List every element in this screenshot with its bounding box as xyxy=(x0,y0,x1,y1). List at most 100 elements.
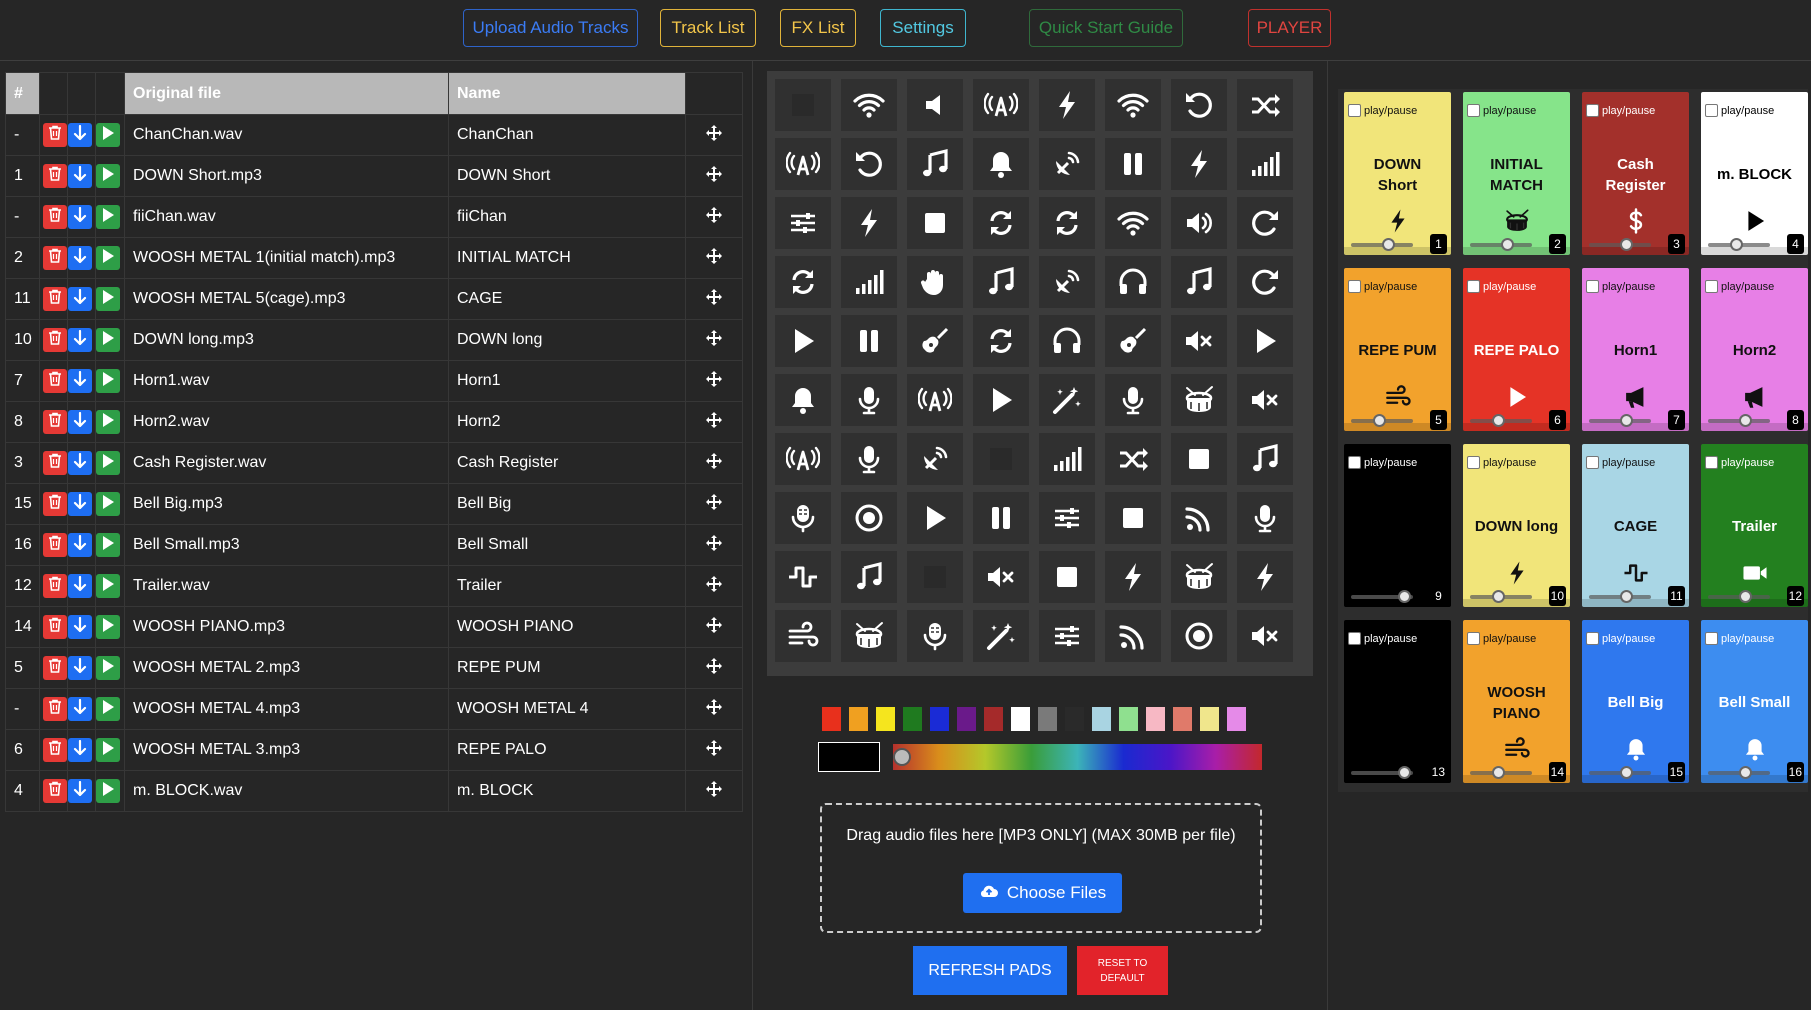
play-track-button[interactable] xyxy=(96,287,120,311)
move-handle-icon[interactable] xyxy=(706,698,722,719)
play-pause-checkbox[interactable] xyxy=(1348,632,1361,645)
download-track-button[interactable] xyxy=(68,205,92,229)
move-handle-icon[interactable] xyxy=(706,165,722,186)
icon-option[interactable] xyxy=(1171,551,1227,603)
icon-option[interactable] xyxy=(1039,197,1095,249)
play-track-button[interactable] xyxy=(96,410,120,434)
download-track-button[interactable] xyxy=(68,738,92,762)
icon-option[interactable] xyxy=(775,138,831,190)
icon-option[interactable] xyxy=(1171,492,1227,544)
play-track-button[interactable] xyxy=(96,492,120,516)
play-track-button[interactable] xyxy=(96,369,120,393)
move-handle-icon[interactable] xyxy=(706,206,722,227)
volume-slider-thumb[interactable] xyxy=(1492,590,1505,603)
track-name-cell[interactable]: REPE PUM xyxy=(448,647,686,689)
icon-option[interactable] xyxy=(841,374,897,426)
play-pause-checkbox[interactable] xyxy=(1467,104,1480,117)
icon-option[interactable] xyxy=(973,433,1029,485)
icon-option[interactable] xyxy=(841,433,897,485)
icon-option[interactable] xyxy=(1039,256,1095,308)
move-handle-icon[interactable] xyxy=(706,288,722,309)
move-handle-icon[interactable] xyxy=(706,124,722,145)
icon-option[interactable] xyxy=(1039,551,1095,603)
sound-pad[interactable]: play/pause Horn2 8 xyxy=(1701,268,1808,431)
icon-option[interactable] xyxy=(1039,374,1095,426)
color-swatch[interactable] xyxy=(822,707,841,731)
icon-option[interactable] xyxy=(1237,197,1293,249)
move-handle-icon[interactable] xyxy=(706,370,722,391)
download-track-button[interactable] xyxy=(68,123,92,147)
download-track-button[interactable] xyxy=(68,656,92,680)
icon-option[interactable] xyxy=(775,374,831,426)
reset-to-default-button[interactable]: RESET TO DEFAULT xyxy=(1077,946,1168,995)
volume-slider-thumb[interactable] xyxy=(1620,414,1633,427)
icon-option[interactable] xyxy=(1237,79,1293,131)
move-handle-icon[interactable] xyxy=(706,739,722,760)
quick-start-guide-button[interactable]: Quick Start Guide xyxy=(1029,9,1183,47)
volume-slider-thumb[interactable] xyxy=(1398,766,1411,779)
icon-option[interactable] xyxy=(907,551,963,603)
play-track-button[interactable] xyxy=(96,164,120,188)
color-swatch[interactable] xyxy=(849,707,868,731)
icon-option[interactable] xyxy=(1171,197,1227,249)
icon-option[interactable] xyxy=(775,610,831,662)
delete-track-button[interactable] xyxy=(43,779,67,803)
track-name-cell[interactable]: INITIAL MATCH xyxy=(448,237,686,279)
volume-slider-thumb[interactable] xyxy=(1382,238,1395,251)
icon-option[interactable] xyxy=(1039,610,1095,662)
move-handle-icon[interactable] xyxy=(706,329,722,350)
volume-slider-thumb[interactable] xyxy=(1730,238,1743,251)
color-swatch[interactable] xyxy=(1146,707,1165,731)
icon-option[interactable] xyxy=(775,256,831,308)
icon-option[interactable] xyxy=(841,256,897,308)
sound-pad[interactable]: play/pause Bell Big 15 xyxy=(1582,620,1689,783)
sound-pad[interactable]: play/pause DOWN long 10 xyxy=(1463,444,1570,607)
delete-track-button[interactable] xyxy=(43,164,67,188)
icon-option[interactable] xyxy=(973,79,1029,131)
download-track-button[interactable] xyxy=(68,615,92,639)
move-handle-icon[interactable] xyxy=(706,411,722,432)
delete-track-button[interactable] xyxy=(43,287,67,311)
volume-slider-thumb[interactable] xyxy=(1398,590,1411,603)
play-pause-checkbox[interactable] xyxy=(1586,632,1599,645)
icon-option[interactable] xyxy=(1105,492,1161,544)
icon-option[interactable] xyxy=(1105,610,1161,662)
play-track-button[interactable] xyxy=(96,123,120,147)
delete-track-button[interactable] xyxy=(43,246,67,270)
delete-track-button[interactable] xyxy=(43,574,67,598)
delete-track-button[interactable] xyxy=(43,369,67,393)
color-swatch[interactable] xyxy=(876,707,895,731)
color-swatch[interactable] xyxy=(957,707,976,731)
icon-option[interactable] xyxy=(973,256,1029,308)
volume-slider-thumb[interactable] xyxy=(1620,766,1633,779)
icon-option[interactable] xyxy=(775,197,831,249)
volume-slider-thumb[interactable] xyxy=(1620,590,1633,603)
icon-option[interactable] xyxy=(907,79,963,131)
track-name-cell[interactable]: Bell Small xyxy=(448,524,686,566)
play-track-button[interactable] xyxy=(96,451,120,475)
icon-option[interactable] xyxy=(1039,492,1095,544)
download-track-button[interactable] xyxy=(68,328,92,352)
icon-option[interactable] xyxy=(1237,610,1293,662)
delete-track-button[interactable] xyxy=(43,615,67,639)
icon-option[interactable] xyxy=(1237,374,1293,426)
icon-option[interactable] xyxy=(1237,315,1293,367)
icon-option[interactable] xyxy=(1171,256,1227,308)
sound-pad[interactable]: play/pause WOOSH PIANO 14 xyxy=(1463,620,1570,783)
sound-pad[interactable]: play/pause INITIAL MATCH 2 xyxy=(1463,92,1570,255)
color-swatch[interactable] xyxy=(930,707,949,731)
track-name-cell[interactable]: CAGE xyxy=(448,278,686,320)
play-track-button[interactable] xyxy=(96,205,120,229)
upload-audio-tracks-button[interactable]: Upload Audio Tracks xyxy=(463,9,638,47)
icon-option[interactable] xyxy=(1039,433,1095,485)
player-button[interactable]: PLAYER xyxy=(1248,9,1331,47)
icon-option[interactable] xyxy=(1105,138,1161,190)
track-name-cell[interactable]: m. BLOCK xyxy=(448,770,686,812)
move-handle-icon[interactable] xyxy=(706,616,722,637)
icon-option[interactable] xyxy=(1237,492,1293,544)
download-track-button[interactable] xyxy=(68,533,92,557)
icon-option[interactable] xyxy=(1105,256,1161,308)
icon-option[interactable] xyxy=(1105,433,1161,485)
play-pause-checkbox[interactable] xyxy=(1467,632,1480,645)
track-name-cell[interactable]: Cash Register xyxy=(448,442,686,484)
